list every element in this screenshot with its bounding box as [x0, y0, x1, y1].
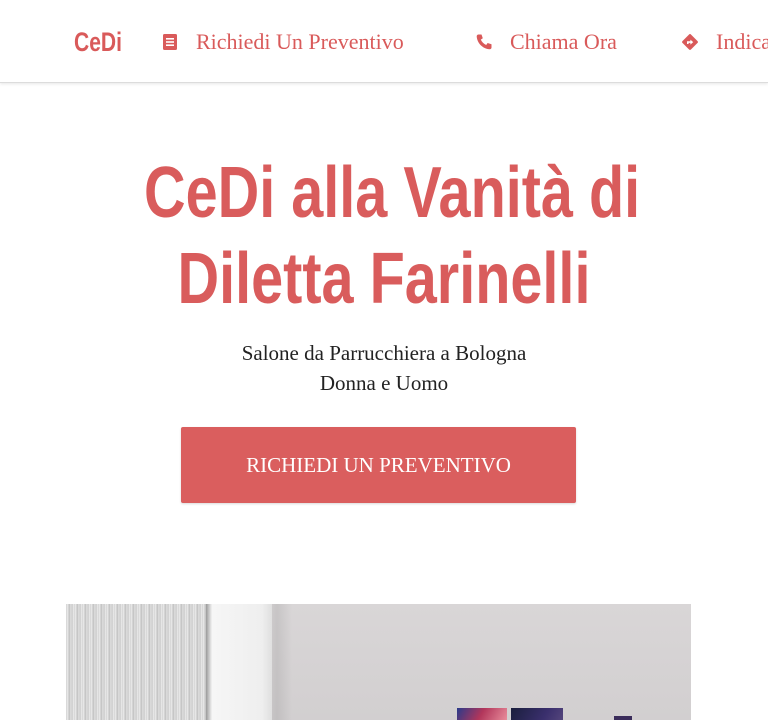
nav-call-now-link[interactable]: Chiama Ora [474, 26, 617, 58]
hero-title-line-2: Diletta Farinelli [177, 239, 591, 319]
wall-painting [511, 708, 563, 720]
photo-curtain [66, 604, 209, 720]
nav-directions-label: Indicazioni [716, 29, 768, 54]
hero-subtitle: Salone da Parrucchiera a Bologna Donna e… [184, 338, 584, 398]
top-navigation: CeDi Richiedi Un Preventivo Chiama Ora I… [0, 0, 768, 83]
nav-call-now-label: Chiama Ora [510, 29, 617, 54]
hero-title-line-1: CeDi alla Vanità di [144, 153, 641, 233]
nav-directions-link[interactable]: Indicazioni [680, 26, 768, 58]
document-icon [160, 32, 180, 52]
request-quote-button[interactable]: RICHIEDI UN PREVENTIVO [181, 427, 576, 503]
wall-painting [614, 716, 632, 720]
wall-painting [457, 708, 507, 720]
brand-logo-link[interactable]: CeDi [74, 24, 122, 60]
nav-request-quote-label: Richiedi Un Preventivo [196, 29, 404, 54]
hero-subtitle-line-2: Donna e Uomo [319, 371, 449, 395]
hero-subtitle-line-1: Salone da Parrucchiera a Bologna [241, 341, 527, 365]
nav-request-quote-link[interactable]: Richiedi Un Preventivo [160, 26, 404, 58]
directions-icon [680, 32, 700, 52]
phone-icon [474, 32, 494, 52]
hero-title: CeDi alla Vanità di Diletta Farinelli [84, 150, 684, 322]
salon-interior-photo [66, 604, 691, 720]
